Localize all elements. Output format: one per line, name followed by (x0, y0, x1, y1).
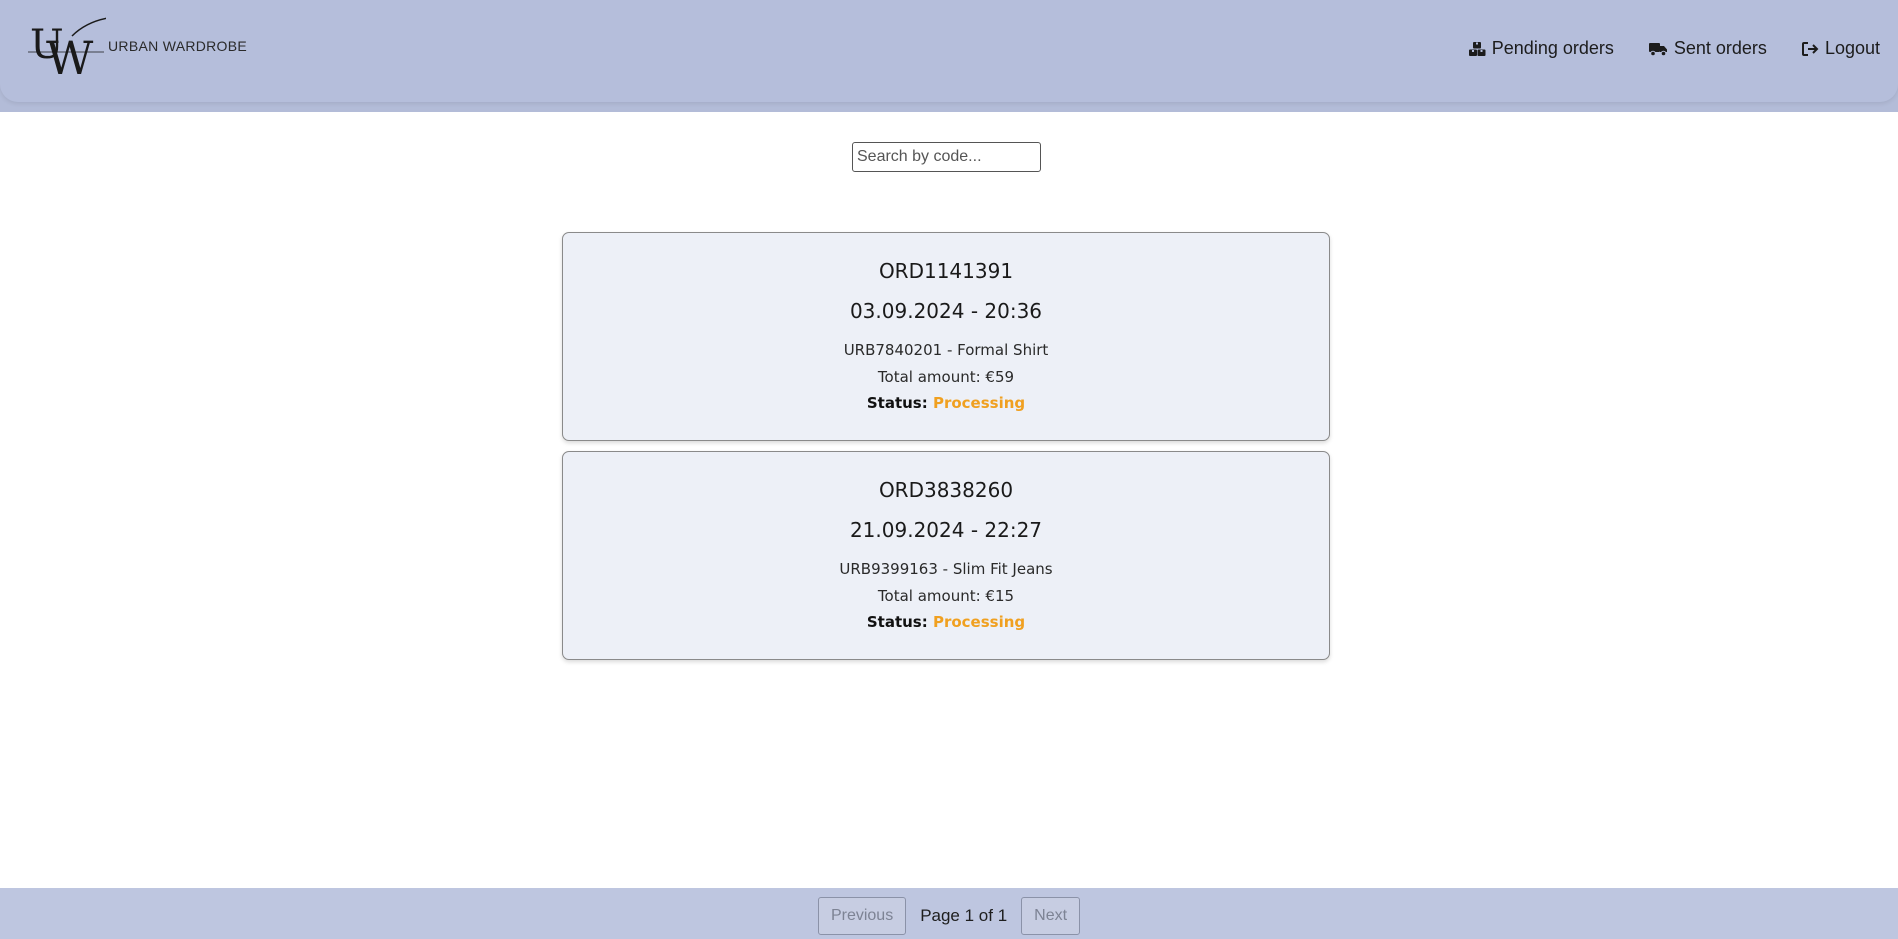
nav-label: Logout (1824, 38, 1880, 58)
status-badge: Processing (932, 394, 1026, 412)
page-indicator: Page 1 of 1 (920, 906, 1008, 925)
brand-logo[interactable]: U W URBAN WARDROBE (28, 16, 248, 85)
nav-label: Sent orders (1673, 38, 1767, 58)
previous-page-button[interactable]: Previous (817, 897, 907, 935)
order-date: 03.09.2024 - 20:36 (849, 299, 1043, 323)
order-code: ORD1141391 (878, 259, 1014, 283)
order-code: ORD3838260 (878, 478, 1014, 502)
order-total: Total amount: €59 (877, 368, 1015, 386)
nav-sent-orders[interactable]: Sent orders (1648, 38, 1767, 59)
order-total: Total amount: €15 (877, 587, 1015, 605)
order-status: Status: Processing (563, 613, 1329, 631)
main-nav: Pending orders Sent orders Logout (1468, 38, 1880, 59)
logout-icon (1801, 41, 1819, 57)
boxes-icon (1468, 41, 1486, 57)
order-item: URB7840201 - Formal Shirt (843, 341, 1049, 359)
pagination: Previous Page 1 of 1 Next (0, 897, 1898, 935)
order-status: Status: Processing (563, 394, 1329, 412)
next-page-button[interactable]: Next (1021, 897, 1081, 935)
search-input[interactable] (852, 142, 1041, 172)
order-card[interactable]: ORD3838260 21.09.2024 - 22:27 URB9399163… (562, 451, 1330, 660)
top-navbar: U W URBAN WARDROBE Pending orders Sent o… (0, 0, 1898, 102)
svg-text:W: W (46, 31, 94, 78)
nav-logout[interactable]: Logout (1801, 38, 1880, 59)
order-date: 21.09.2024 - 22:27 (849, 518, 1043, 542)
pagination-bar: Previous Page 1 of 1 Next (0, 888, 1898, 939)
nav-pending-orders[interactable]: Pending orders (1468, 38, 1614, 59)
order-item: URB9399163 - Slim Fit Jeans (839, 560, 1053, 578)
truck-icon (1648, 41, 1668, 57)
toast-area (1550, 838, 1870, 888)
logo-mark-icon: U W (28, 16, 109, 85)
status-label: Status: (866, 613, 928, 631)
status-label: Status: (866, 394, 928, 412)
status-badge: Processing (932, 613, 1026, 631)
nav-label: Pending orders (1491, 38, 1614, 58)
brand-name: URBAN WARDROBE (108, 38, 248, 54)
order-card[interactable]: ORD1141391 03.09.2024 - 20:36 URB7840201… (562, 232, 1330, 441)
